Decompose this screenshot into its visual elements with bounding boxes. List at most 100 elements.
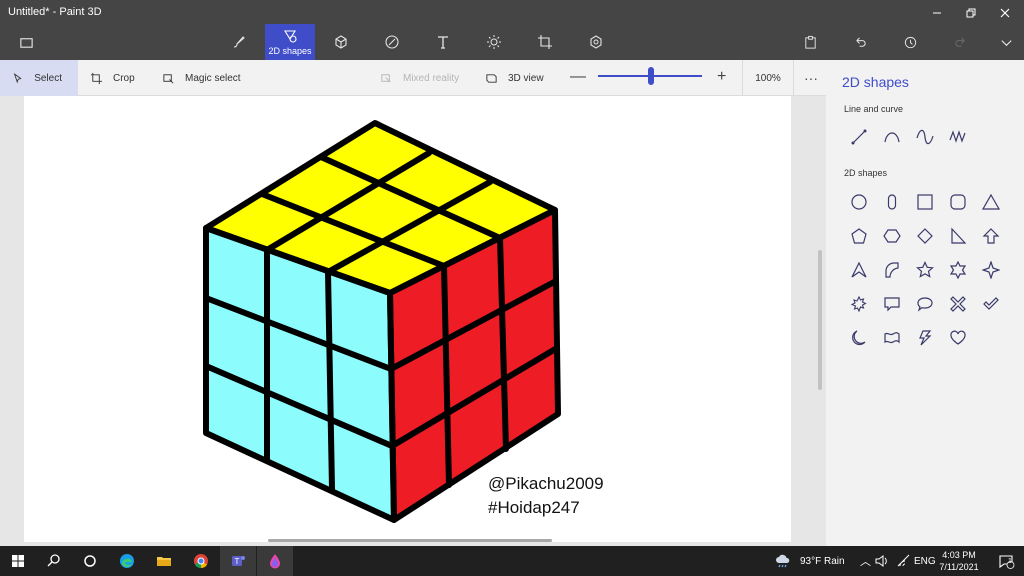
minimize-button[interactable] xyxy=(920,2,954,24)
title-toolbar: Untitled* - Paint 3D 2D shapes xyxy=(0,0,1024,60)
capsule-button[interactable] xyxy=(878,188,906,216)
tool-effects[interactable] xyxy=(469,24,519,60)
three-point-curve-button[interactable] xyxy=(944,123,972,151)
chrome-button[interactable] xyxy=(183,546,219,576)
star-four-button[interactable] xyxy=(977,256,1005,284)
network-button[interactable] xyxy=(894,546,914,576)
line-icon xyxy=(851,129,867,145)
effects-sun-icon xyxy=(487,35,501,49)
select-button[interactable]: Select xyxy=(0,60,78,96)
restore-button[interactable] xyxy=(954,2,988,24)
tool-stickers[interactable] xyxy=(367,24,417,60)
speech-rect-button[interactable] xyxy=(878,290,906,318)
notifications-button[interactable]: 1 xyxy=(988,546,1024,576)
tool-brushes[interactable] xyxy=(214,24,264,60)
undo-button[interactable] xyxy=(848,30,872,54)
quarter-circle-icon xyxy=(885,262,899,278)
right-triangle-button[interactable] xyxy=(944,222,972,250)
pentagon-button[interactable] xyxy=(845,222,873,250)
weather-text[interactable]: 93°F Rain xyxy=(800,546,845,576)
cross-button[interactable] xyxy=(944,290,972,318)
teams-button[interactable]: T xyxy=(220,546,256,576)
history-icon xyxy=(904,36,916,48)
menu-button[interactable] xyxy=(14,30,38,54)
tool-text[interactable] xyxy=(418,24,468,60)
square-button[interactable] xyxy=(911,188,939,216)
taskbar-clock[interactable]: 4:03 PM 7/11/2021 xyxy=(930,549,988,573)
panel-title: 2D shapes xyxy=(842,74,909,90)
two-point-curve-button[interactable] xyxy=(911,123,939,151)
line-button[interactable] xyxy=(845,123,873,151)
quarter-circle-button[interactable] xyxy=(878,256,906,284)
weather-icon-button[interactable] xyxy=(772,546,794,576)
volume-icon xyxy=(875,555,887,567)
start-button[interactable] xyxy=(0,546,36,576)
zoom-percent[interactable]: 100% xyxy=(742,60,794,96)
paint3d-icon xyxy=(270,554,280,569)
svg-text:T: T xyxy=(235,557,240,566)
rounded-square-icon xyxy=(950,194,966,210)
paste-button[interactable] xyxy=(798,30,822,54)
circle-icon xyxy=(851,194,867,210)
sub-toolbar: Select Crop Magic select Mixed reality 3… xyxy=(0,60,826,96)
speech-oval-button[interactable] xyxy=(911,290,939,318)
star-four-icon xyxy=(982,261,1000,279)
lightning-button[interactable] xyxy=(911,324,939,352)
cross-icon xyxy=(950,296,966,312)
3d-view-button[interactable]: 3D view xyxy=(485,60,544,96)
folder-icon xyxy=(157,557,171,566)
stickers-icon xyxy=(385,35,399,49)
redo-button[interactable] xyxy=(948,30,972,54)
zoom-slider-thumb[interactable] xyxy=(648,67,654,85)
burst-button[interactable] xyxy=(845,290,873,318)
vertical-scrollbar[interactable] xyxy=(818,250,822,390)
mixed-reality-button[interactable]: Mixed reality xyxy=(380,60,459,96)
zoom-in-button[interactable]: + xyxy=(717,68,726,86)
chevron-up-icon[interactable]: ︿ xyxy=(860,546,871,576)
shapes-panel: 2D shapes Line and curve 2D shapes xyxy=(826,60,1024,546)
heart-button[interactable] xyxy=(944,324,972,352)
curve-button[interactable] xyxy=(878,123,906,151)
task-view-button[interactable] xyxy=(72,546,108,576)
3d-view-label: 3D view xyxy=(508,72,544,84)
diamond-button[interactable] xyxy=(911,222,939,250)
rounded-square-button[interactable] xyxy=(944,188,972,216)
tool-3d-library[interactable] xyxy=(571,24,621,60)
crescent-button[interactable] xyxy=(845,324,873,352)
curve-icon xyxy=(884,132,900,143)
close-button[interactable] xyxy=(988,2,1022,24)
zoom-out-button[interactable]: — xyxy=(570,68,586,86)
edge-button[interactable] xyxy=(109,546,145,576)
volume-button[interactable] xyxy=(872,546,892,576)
tool-canvas[interactable] xyxy=(520,24,570,60)
search-button[interactable] xyxy=(36,546,72,576)
chevron-down-icon xyxy=(1000,39,1012,46)
drawing-canvas[interactable]: @Pikachu2009 #Hoidap247 xyxy=(24,96,791,542)
folder-menu-icon xyxy=(19,37,33,48)
cortana-circle-icon xyxy=(84,555,96,567)
check-button[interactable] xyxy=(977,290,1005,318)
history-button[interactable] xyxy=(898,30,922,54)
expand-button[interactable] xyxy=(994,30,1018,54)
circle-button[interactable] xyxy=(845,188,873,216)
lightning-icon xyxy=(919,330,932,346)
arrow-up-button[interactable] xyxy=(977,222,1005,250)
paint3d-taskbar-button[interactable] xyxy=(257,546,293,576)
close-icon xyxy=(1000,8,1010,18)
more-options-button[interactable]: ··· xyxy=(796,60,826,96)
taskbar: T 93°F Rain ︿ ENG 4:03 PM 7/11/2021 1 xyxy=(0,546,1024,576)
tool-2d-shapes-label: 2D shapes xyxy=(268,46,312,56)
triangle-button[interactable] xyxy=(977,188,1005,216)
tool-2d-shapes[interactable]: 2D shapes xyxy=(265,24,315,60)
horizontal-scrollbar[interactable] xyxy=(268,539,552,542)
square-icon xyxy=(917,194,933,210)
magic-select-button[interactable]: Magic select xyxy=(162,60,241,96)
crop-button[interactable]: Crop xyxy=(90,60,135,96)
file-explorer-button[interactable] xyxy=(146,546,182,576)
star-six-button[interactable] xyxy=(944,256,972,284)
hexagon-button[interactable] xyxy=(878,222,906,250)
banner-button[interactable] xyxy=(878,324,906,352)
tool-3d-shapes[interactable] xyxy=(316,24,366,60)
arrowhead-button[interactable] xyxy=(845,256,873,284)
star-five-button[interactable] xyxy=(911,256,939,284)
